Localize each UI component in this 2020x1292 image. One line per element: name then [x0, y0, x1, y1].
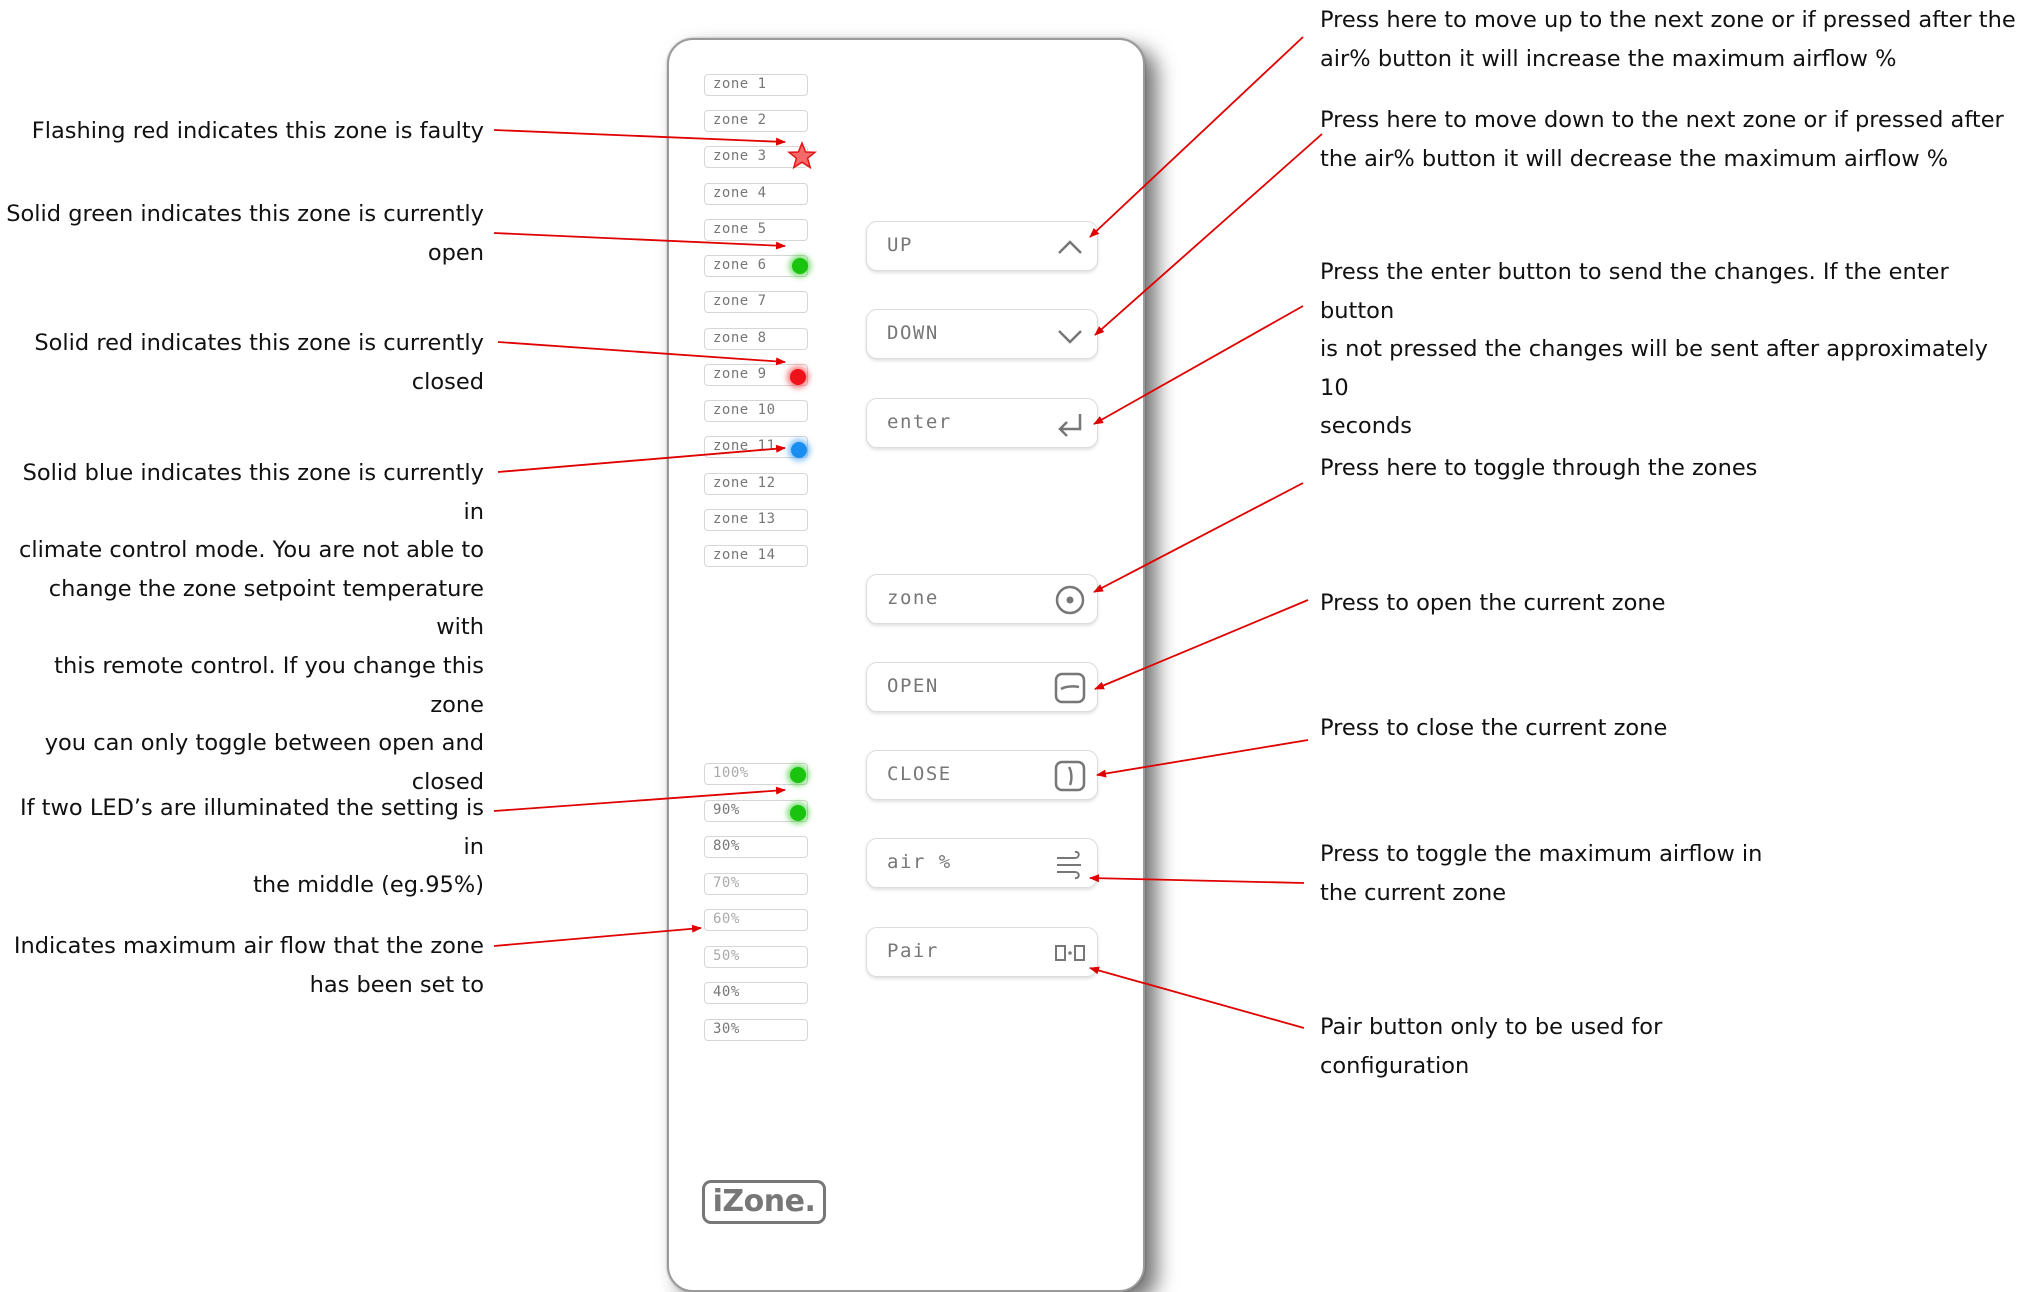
arrow-up: [1089, 36, 1304, 238]
arrow-air-button: [1089, 874, 1305, 884]
arrow-two-leds: [493, 786, 786, 812]
arrow-climate-control: [497, 444, 786, 473]
arrow-enter: [1093, 305, 1304, 425]
arrow-max-airflow: [493, 924, 702, 947]
arrow-close-button: [1096, 739, 1309, 778]
arrow-zone: [1093, 482, 1304, 593]
arrow-closed: [497, 341, 786, 366]
arrow-open: [493, 232, 786, 250]
arrow-open-button: [1094, 599, 1309, 690]
arrow-down: [1094, 133, 1323, 336]
arrow-faulty: [493, 129, 786, 146]
callout-arrows: [493, 36, 1323, 1029]
arrow-pair-button: [1089, 966, 1305, 1029]
